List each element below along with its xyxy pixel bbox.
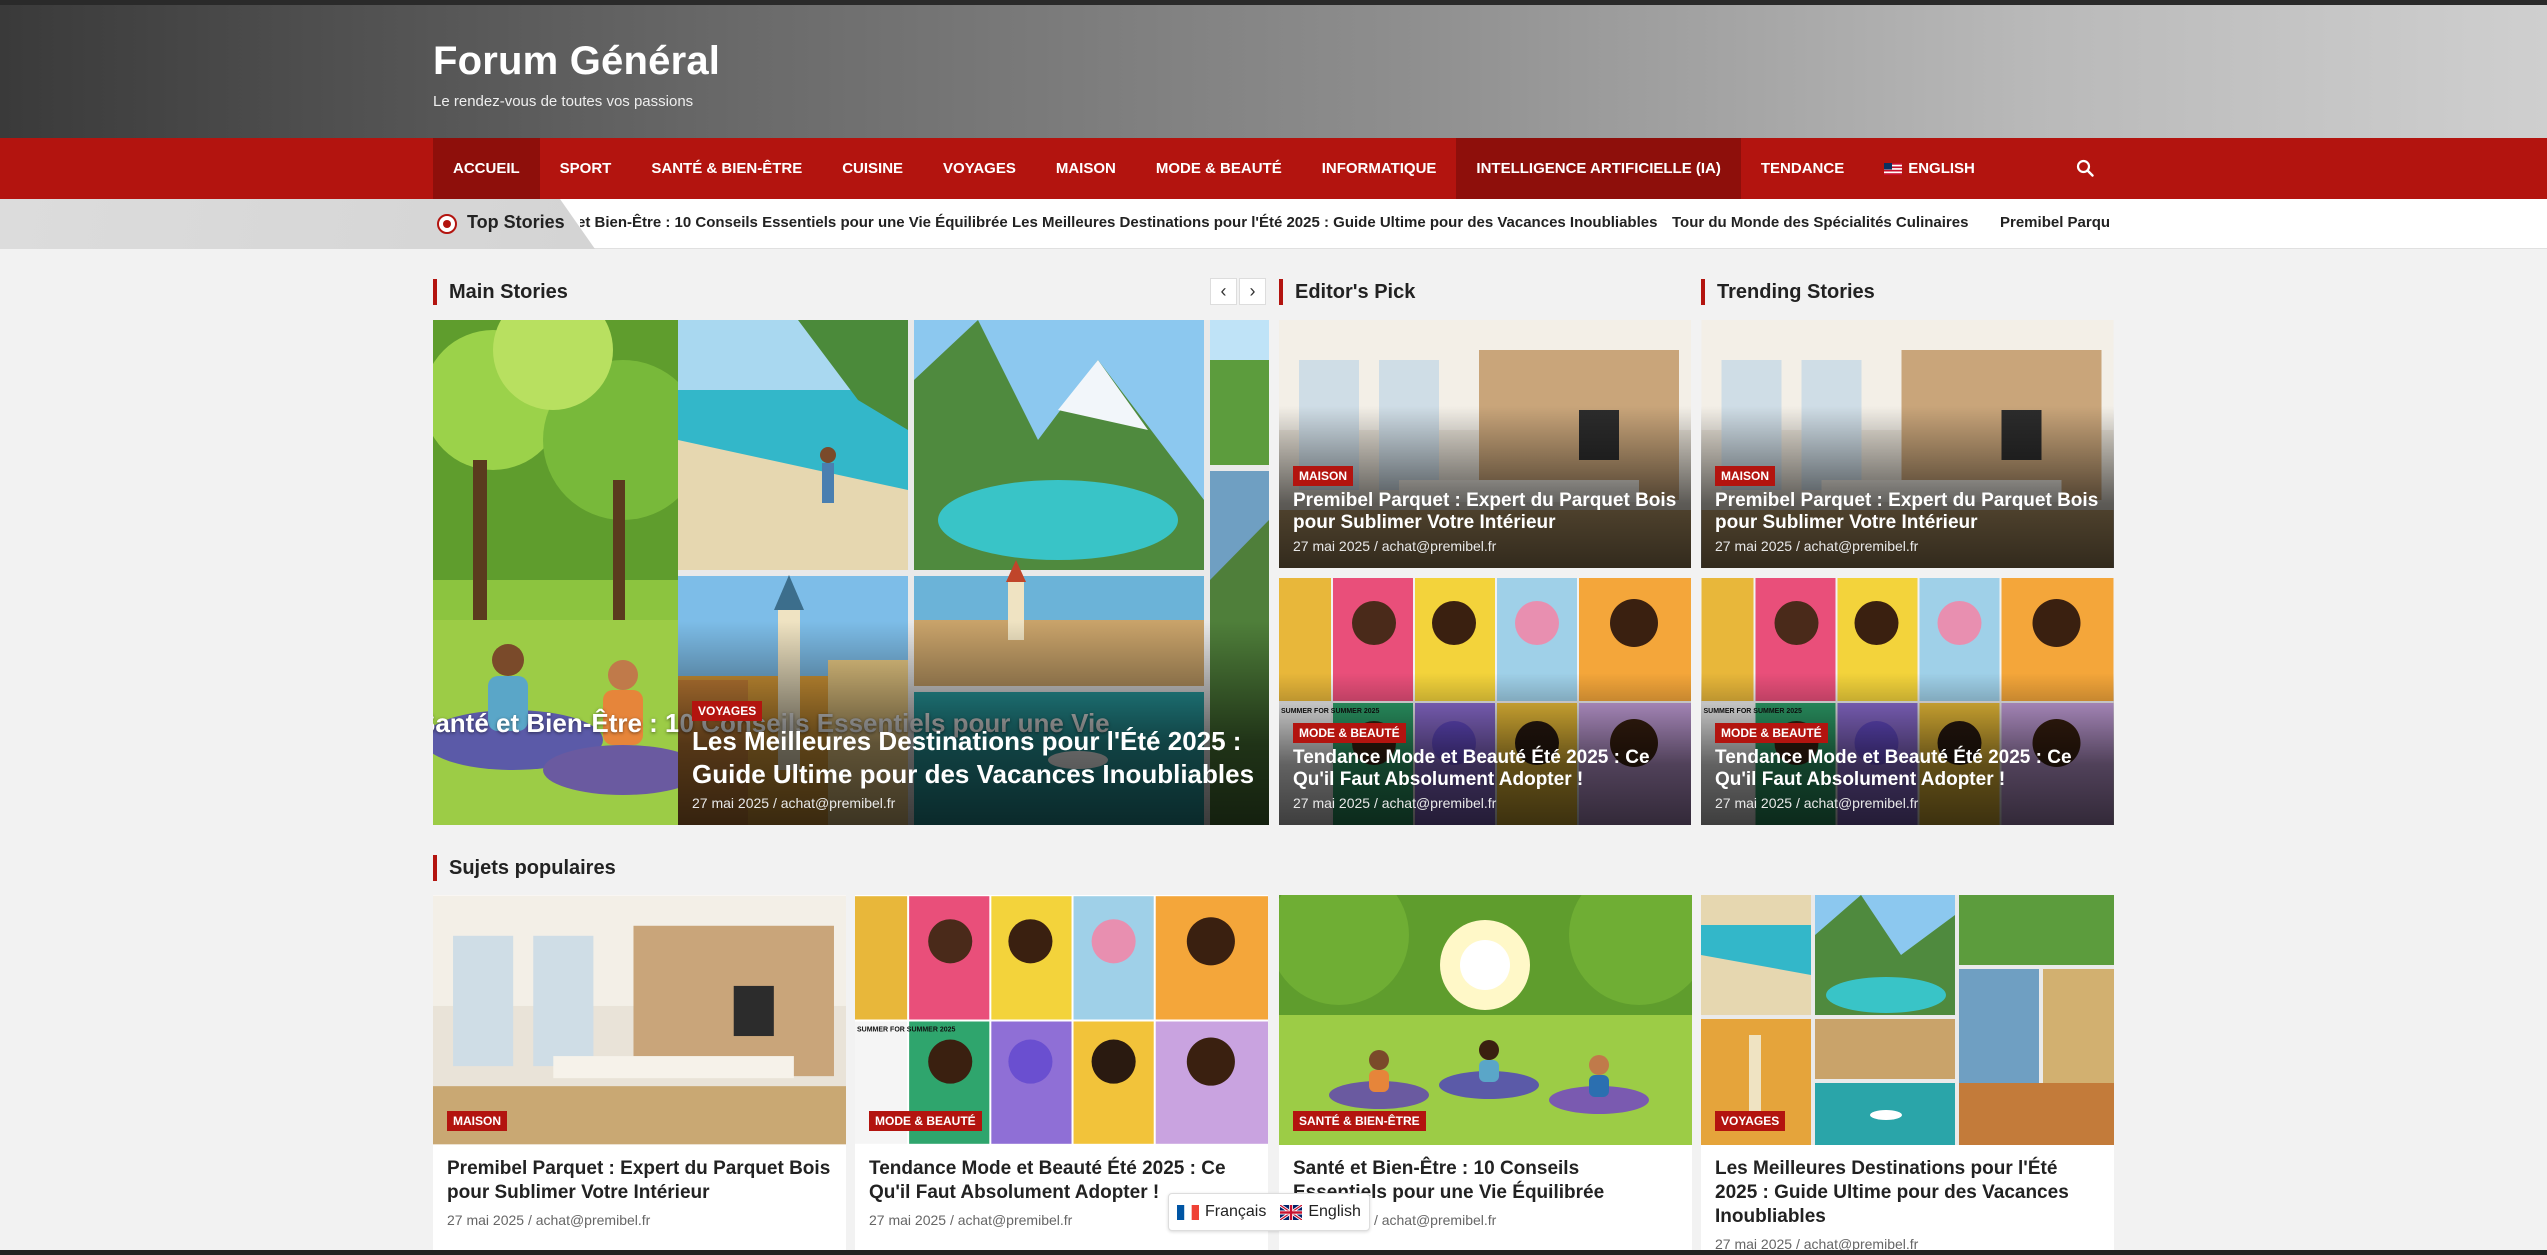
category-badge[interactable]: Voyages [1715,1111,1786,1131]
us-flag-icon [1884,162,1903,175]
popular-card-1[interactable]: Maison Premibel Parquet : Expert du Parq… [433,895,846,1255]
category-badge[interactable]: Santé & Bien-être [1293,1111,1426,1131]
language-en[interactable]: English [1280,1203,1361,1221]
nav-item-english[interactable]: English [1864,138,1995,199]
editor-card-2-meta: 27 mai 2025 / achat@premibel.fr [1293,795,1497,811]
editors-pick-heading: Editor's Pick [1279,279,1415,305]
nav-item-tendance[interactable]: Tendance [1741,138,1864,199]
ticker-item[interactable]: Les Meilleures Destinations pour l'Été 2… [1012,214,1657,231]
nav-item-voyages[interactable]: Voyages [923,138,1036,199]
current-slide-title[interactable]: Les Meilleures Destinations pour l'Été 2… [692,725,1269,791]
language-fr[interactable]: Français [1177,1203,1266,1221]
fashion-poster-text: SUMMER FOR SUMMER 2025 [857,1027,956,1034]
yoga-image [433,320,678,825]
ticker-title: Top Stories [467,212,565,232]
popular-card-4-title[interactable]: Les Meilleures Destinations pour l'Été 2… [1715,1157,2100,1229]
popular-card-1-title[interactable]: Premibel Parquet : Expert du Parquet Boi… [447,1157,832,1205]
editor-card-2-caption: Mode & Beauté Tendance Mode et Beauté Ét… [1279,673,1691,825]
trending-card-2-meta: 27 mai 2025 / achat@premibel.fr [1715,795,1919,811]
kitchen-interior-image [433,895,846,1145]
site-title[interactable]: Forum Général [433,39,720,84]
site-tagline: Le rendez-vous de toutes vos passions [433,93,694,110]
editor-card-1-title[interactable]: Premibel Parquet : Expert du Parquet Boi… [1293,490,1677,534]
trending-card-2-caption: Mode & Beauté Tendance Mode et Beauté Ét… [1701,673,2114,825]
current-slide-caption: Voyages Les Meilleures Destinations pour… [678,621,1269,825]
category-badge[interactable]: Mode & Beauté [869,1111,982,1131]
trending-stories-heading: Trending Stories [1701,279,1875,305]
category-badge[interactable]: Maison [447,1111,507,1131]
language-en-label: English [1308,1203,1361,1220]
trending-card-1-title[interactable]: Premibel Parquet : Expert du Parquet Boi… [1715,490,2100,534]
category-badge[interactable]: Mode & Beauté [1293,723,1406,743]
main-stories-heading: Main Stories [433,279,568,305]
nav-item-sport[interactable]: Sport [540,138,632,199]
category-badge[interactable]: Maison [1715,466,1775,486]
slider-prev-button[interactable]: ‹ [1210,278,1237,305]
popular-card-4[interactable]: Voyages Les Meilleures Destinations pour… [1701,895,2114,1255]
nav-item-ia[interactable]: Intelligence artificielle (IA) [1456,138,1741,199]
live-dot-icon [437,214,457,234]
language-switcher: Français English [1168,1193,1370,1231]
trending-card-2-title[interactable]: Tendance Mode et Beauté Été 2025 : Ce Qu… [1715,747,2100,791]
main-stories-slider[interactable]: Santé et Bien-Être : 10 Conseils Essenti… [433,320,1269,825]
bottom-strip [0,1250,2547,1255]
category-badge[interactable]: Voyages [692,701,763,721]
popular-card-2-image: SUMMER FOR SUMMER 2025 [855,895,1268,1145]
language-fr-label: Français [1205,1203,1267,1220]
category-badge[interactable]: Mode & Beauté [1715,723,1828,743]
current-slide-meta: 27 mai 2025 / achat@premibel.fr [692,795,896,811]
destinations-collage-image [1701,895,2114,1145]
search-icon[interactable] [2076,159,2094,177]
editor-card-1-caption: Maison Premibel Parquet : Expert du Parq… [1279,406,1691,568]
editor-card-1[interactable]: Maison Premibel Parquet : Expert du Parq… [1279,320,1691,568]
popular-card-2-meta: 27 mai 2025 / achat@premibel.fr [869,1212,1073,1228]
top-stories-ticker: Top Stories Santé et Bien-Être : 10 Cons… [0,199,2547,249]
nav-item-cuisine[interactable]: Cuisine [822,138,923,199]
popular-heading: Sujets populaires [433,855,616,881]
main-nav: Accueil Sport Santé & Bien-être Cuisine … [0,138,2547,199]
nav-item-english-label: English [1908,160,1975,177]
nav-item-informatique[interactable]: Informatique [1302,138,1457,199]
popular-card-4-image [1701,895,2114,1145]
ticker-item[interactable]: Premibel Parquet : Expert du Parquet Boi… [2000,214,2110,231]
nav-item-maison[interactable]: Maison [1036,138,1136,199]
nav-item-mode-beaute[interactable]: Mode & Beauté [1136,138,1302,199]
fashion-collage-image: SUMMER FOR SUMMER 2025 [855,896,1268,1144]
nav-item-accueil[interactable]: Accueil [433,138,540,199]
ticker-item[interactable]: Santé et Bien-Être : 10 Conseils Essenti… [580,214,1008,231]
uk-flag-icon [1280,1204,1303,1220]
trending-card-2[interactable]: SUMMER FOR SUMMER 2025 Mode & Beauté Ten… [1701,578,2114,825]
popular-card-3-image [1279,895,1692,1145]
ticker-item[interactable]: Tour du Monde des Spécialités Culinaires [1672,214,1968,231]
editor-card-1-meta: 27 mai 2025 / achat@premibel.fr [1293,538,1497,554]
yoga-park-image [1279,895,1692,1145]
nav-item-sante[interactable]: Santé & Bien-être [631,138,822,199]
popular-card-1-meta: 27 mai 2025 / achat@premibel.fr [447,1212,651,1228]
french-flag-icon [1177,1204,1199,1220]
editor-card-2[interactable]: SUMMER FOR SUMMER 2025 Mode & Beauté Ten… [1279,578,1691,825]
category-badge[interactable]: Maison [1293,466,1353,486]
trending-card-1-meta: 27 mai 2025 / achat@premibel.fr [1715,538,1919,554]
site-header: Forum Général Le rendez-vous de toutes v… [0,5,2547,138]
trending-card-1[interactable]: Maison Premibel Parquet : Expert du Parq… [1701,320,2114,568]
editor-card-2-title[interactable]: Tendance Mode et Beauté Été 2025 : Ce Qu… [1293,747,1677,791]
trending-card-1-caption: Maison Premibel Parquet : Expert du Parq… [1701,406,2114,568]
popular-card-1-image [433,895,846,1145]
slider-next-button[interactable]: › [1239,278,1266,305]
ticker-track: Santé et Bien-Être : 10 Conseils Essenti… [580,199,2110,249]
